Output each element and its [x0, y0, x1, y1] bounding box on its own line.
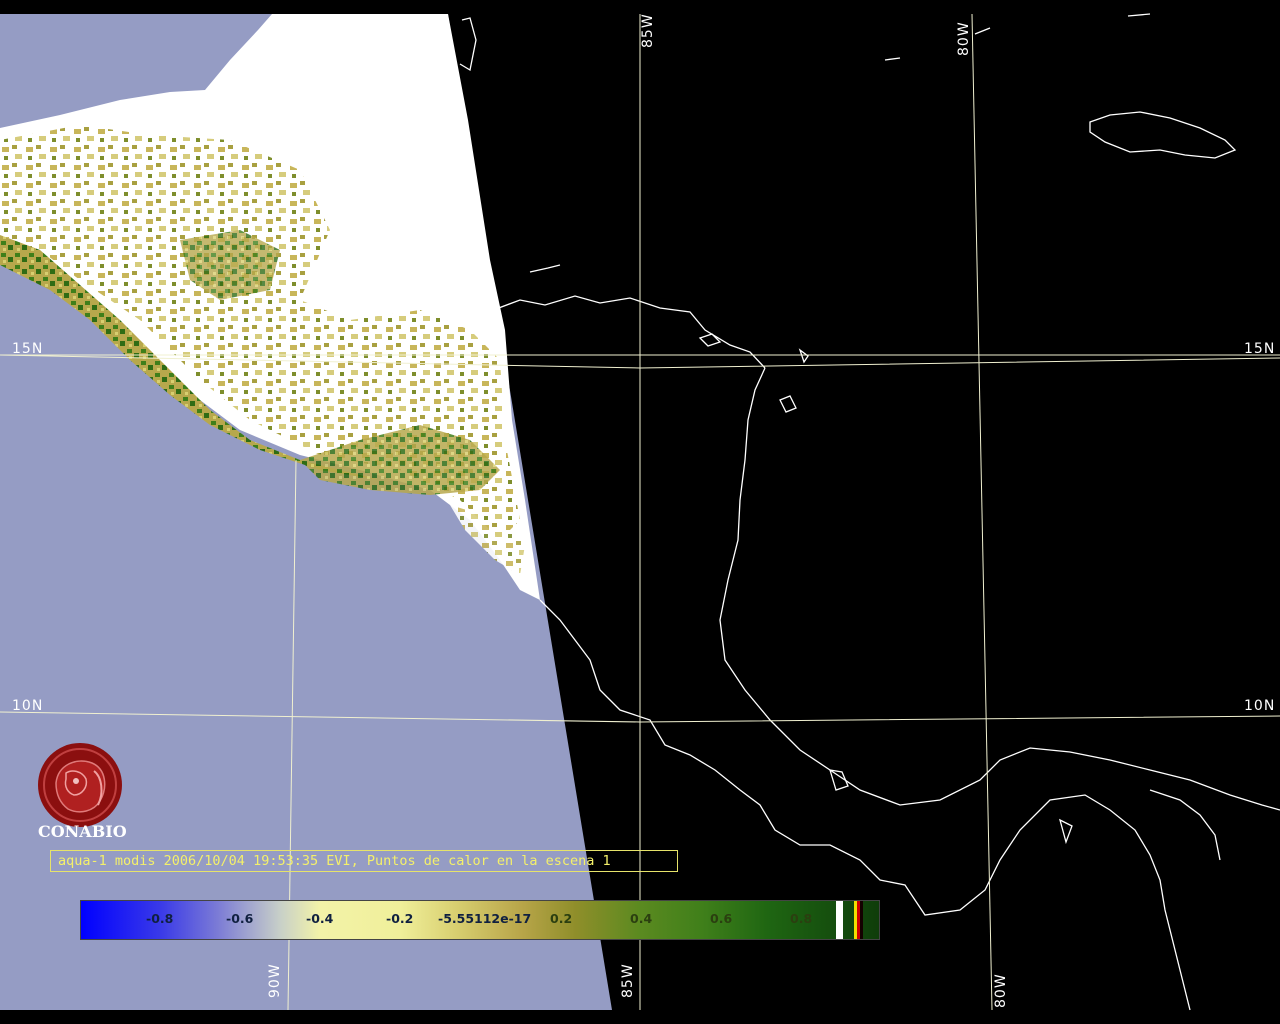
- lon-label-80w-bottom: 80W: [993, 973, 1009, 1008]
- conabio-logo-text: CONABIO: [38, 822, 127, 841]
- scene-caption: aqua-1 modis 2006/10/04 19:53:35 EVI, Pu…: [50, 850, 678, 872]
- legend-tick: 0.4: [630, 911, 653, 926]
- map-viewer: 15N 15N 10N 10N 85W 80W 90W 85W 80W CONA…: [0, 0, 1280, 1024]
- legend-tick: 0.8: [790, 911, 813, 926]
- lon-label-85w-bottom: 85W: [620, 963, 636, 998]
- legend-hotspot-swatch-dark: [860, 901, 863, 939]
- lon-label-90w-bottom: 90W: [267, 963, 283, 998]
- lat-label-10n-right: 10N: [1244, 698, 1276, 714]
- legend-tick: -5.55112e-17: [438, 911, 532, 926]
- legend-tick: 0.2: [550, 911, 573, 926]
- lat-label-15n-right: 15N: [1244, 341, 1276, 357]
- lon-label-80w-top: 80W: [956, 21, 972, 56]
- lat-label-15n-left: 15N: [12, 341, 44, 357]
- legend-tick: -0.2: [386, 911, 414, 926]
- lat-label-10n-left: 10N: [12, 698, 44, 714]
- legend-tick: 0.6: [710, 911, 733, 926]
- legend-tick: -0.4: [306, 911, 334, 926]
- legend-tick: -0.8: [146, 911, 174, 926]
- legend-tick: -0.6: [226, 911, 254, 926]
- legend-cloud-swatch: [836, 901, 843, 939]
- lon-label-85w-top: 85W: [640, 13, 656, 48]
